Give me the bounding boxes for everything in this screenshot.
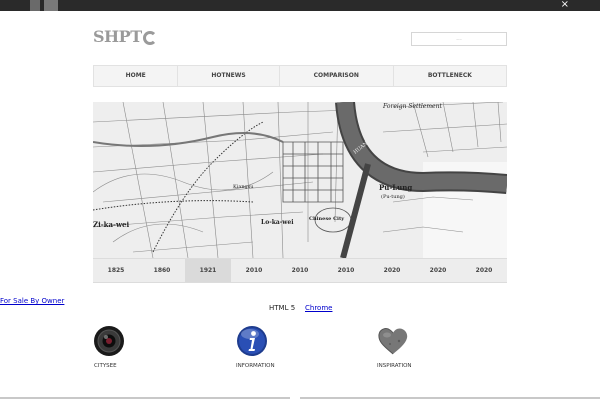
map-label-kiangsu: Kiangsu — [233, 184, 254, 190]
nav-item-hotnews[interactable]: HOTNEWS — [178, 66, 280, 86]
nav-item-comparison[interactable]: COMPARISON — [280, 66, 394, 86]
tile-label: INSPIRATION — [377, 363, 412, 369]
close-icon[interactable]: × — [561, 0, 569, 11]
search-input[interactable]: ... — [411, 32, 507, 46]
main-nav: HOME HOTNEWS COMPARISON BOTTLENECK — [93, 65, 507, 87]
tile-citysee[interactable]: CITYSEE — [93, 325, 153, 369]
logo-text: SHPT — [93, 27, 142, 46]
tile-label: CITYSEE — [94, 363, 117, 369]
stone-heart-icon — [378, 328, 408, 355]
toolbar-tab[interactable] — [44, 0, 58, 11]
tile-inspiration[interactable]: INSPIRATION — [377, 325, 437, 369]
year-tab[interactable]: 2020 — [461, 259, 507, 282]
toolbar-tab[interactable] — [30, 0, 40, 11]
map-label-zikawei: Zi-ka-wei — [93, 220, 129, 229]
year-tab[interactable]: 2020 — [369, 259, 415, 282]
for-sale-by-owner-link[interactable]: For Sale By Owner — [0, 297, 64, 305]
year-tab[interactable]: 2020 — [415, 259, 461, 282]
map-label-putung: (Pu-tung) — [381, 193, 405, 200]
year-tab-active[interactable]: 1921 — [185, 259, 231, 282]
year-timeline: 1825 1860 1921 2010 2010 2010 2020 2020 … — [93, 258, 507, 283]
camera-lens-icon — [94, 326, 124, 356]
map-label-pulung: Pu-Lung — [379, 183, 412, 192]
top-bar: × — [0, 0, 600, 11]
year-tab[interactable]: 1825 — [93, 259, 139, 282]
map-image: Foreign Settlement HUANG PU (WHANG POO) … — [93, 102, 507, 258]
tile-information[interactable]: INFORMATION — [236, 325, 296, 369]
map-label-chinese-city: Chinese City — [309, 216, 345, 222]
year-tab[interactable]: 2010 — [323, 259, 369, 282]
site-logo[interactable]: SHPT — [93, 27, 157, 46]
nav-item-home[interactable]: HOME — [94, 66, 179, 86]
logo-c-mark — [142, 31, 157, 45]
html5-label: HTML 5 — [269, 304, 296, 312]
info-icon — [237, 326, 267, 356]
year-tab[interactable]: 2010 — [277, 259, 323, 282]
nav-item-bottleneck[interactable]: BOTTLENECK — [394, 66, 506, 86]
year-tab[interactable]: 1860 — [139, 259, 185, 282]
year-tab[interactable]: 2010 — [231, 259, 277, 282]
footer-rule — [300, 397, 600, 399]
historic-map: Foreign Settlement HUANG PU (WHANG POO) … — [93, 102, 507, 258]
map-label-foreign-settlement: Foreign Settlement — [382, 103, 442, 110]
footer-rule — [0, 397, 290, 399]
chrome-link[interactable]: Chrome — [305, 304, 332, 312]
map-label-lokawei: Lo-ka-wei — [261, 219, 294, 226]
footer-divider — [0, 396, 600, 400]
tile-label: INFORMATION — [236, 363, 275, 369]
